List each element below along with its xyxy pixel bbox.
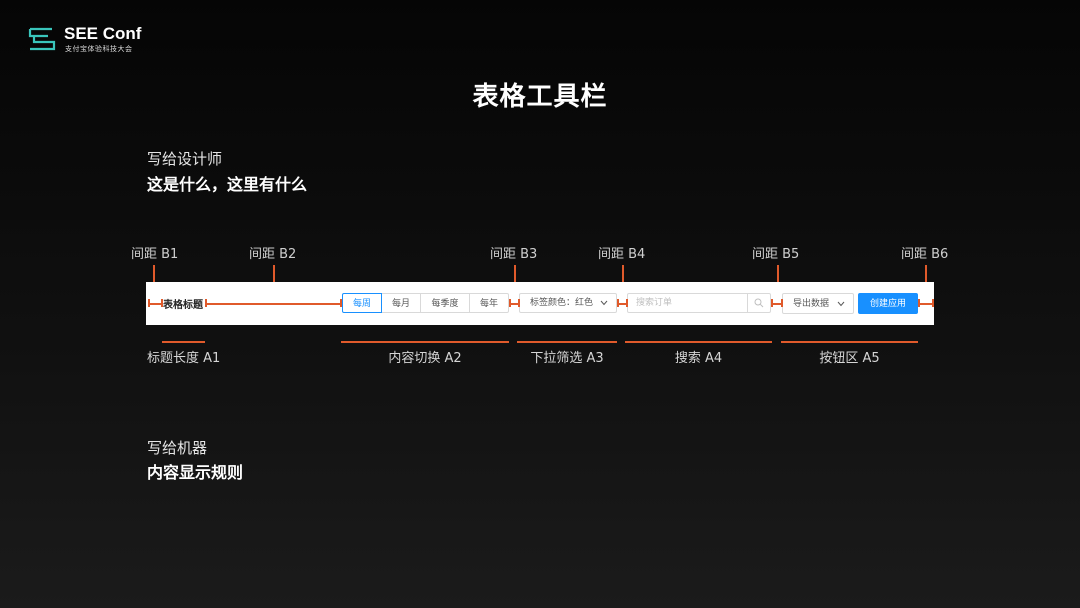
see-conf-logo: SEE Conf 支付宝体验科技大会 — [28, 24, 148, 56]
segment-weekly[interactable]: 每周 — [342, 293, 382, 313]
export-label: 导出数据 — [793, 299, 830, 309]
area-line-a1 — [162, 341, 205, 343]
search-input[interactable]: 搜索订单 — [627, 293, 771, 313]
machine-heading: 内容显示规则 — [147, 463, 244, 482]
spacing-label-b5: 间距 B5 — [752, 247, 800, 262]
designer-heading: 这是什么，这里有什么 — [147, 175, 308, 194]
spacing-label-b3: 间距 B3 — [490, 247, 538, 262]
chevron-down-icon — [600, 300, 608, 306]
area-label-a4: 搜索 A4 — [674, 351, 723, 366]
area-line-a2 — [341, 341, 509, 343]
search-icon — [754, 298, 764, 308]
spacing-label-b6: 间距 B6 — [901, 247, 949, 262]
spacing-label-b2: 间距 B2 — [249, 247, 297, 262]
brand-subtitle: 支付宝体验科技大会 — [65, 45, 133, 53]
create-app-button[interactable]: 创建应用 — [858, 293, 918, 314]
gap-b2-line — [205, 303, 341, 305]
area-label-a1: 标题长度 A1 — [147, 351, 221, 366]
filter-value: 红色 — [575, 298, 594, 308]
toolbar-title: 表格标题 — [163, 300, 203, 311]
export-data-button[interactable]: 导出数据 — [782, 293, 854, 314]
logo-mark-icon — [28, 27, 56, 51]
page-title: 表格工具栏 — [472, 82, 608, 112]
machine-caption: 写给机器 — [147, 439, 208, 457]
area-line-a3 — [517, 341, 617, 343]
gap-b1-end — [161, 299, 163, 307]
gap-b5-end — [781, 299, 783, 307]
gap-b1-line — [148, 303, 162, 305]
search-placeholder: 搜索订单 — [636, 298, 673, 308]
area-label-a2: 内容切换 A2 — [388, 351, 462, 366]
designer-caption: 写给设计师 — [147, 150, 223, 168]
gap-b6-line — [918, 303, 933, 305]
gap-b4-end — [626, 299, 628, 307]
gap-b3-end — [518, 299, 520, 307]
area-line-a4 — [625, 341, 772, 343]
segment-yearly[interactable]: 每年 — [469, 293, 509, 313]
search-button[interactable] — [747, 293, 770, 313]
area-line-a5 — [781, 341, 918, 343]
spacing-label-b4: 间距 B4 — [598, 247, 646, 262]
chevron-down-icon — [837, 301, 845, 307]
filter-label: 标签颜色： — [530, 298, 576, 308]
color-filter-select[interactable]: 标签颜色：红色 — [519, 293, 617, 313]
gap-b6-end — [932, 299, 934, 307]
segment-quarterly[interactable]: 每季度 — [420, 293, 470, 313]
brand-name: SEE Conf — [64, 24, 142, 43]
area-label-a3: 下拉筛选 A3 — [530, 351, 604, 366]
spacing-label-b1: 间距 B1 — [131, 247, 179, 262]
segment-monthly[interactable]: 每月 — [381, 293, 421, 313]
area-label-a5: 按钮区 A5 — [819, 351, 880, 366]
